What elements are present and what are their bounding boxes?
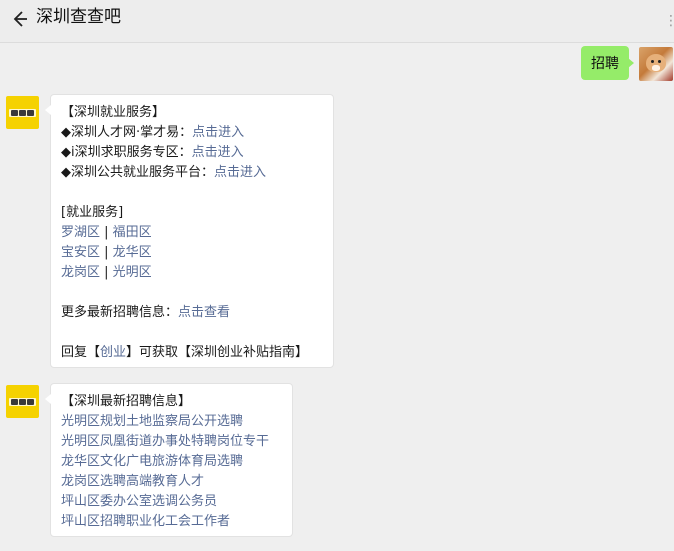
bot-avatar[interactable] xyxy=(6,385,39,418)
service-title: 【深圳就业服务】 xyxy=(61,105,166,120)
district-row: 宝安区 | 龙华区 xyxy=(61,245,152,260)
job-zone-link[interactable]: 点击进入 xyxy=(192,145,244,160)
district-row: 龙岗区 | 光明区 xyxy=(61,265,152,280)
logo-mark xyxy=(9,109,36,117)
district-link-futian[interactable]: 福田区 xyxy=(113,225,152,240)
district-link-longhua[interactable]: 龙华区 xyxy=(113,245,152,260)
incoming-message-jobs: 【深圳最新招聘信息】 光明区规划土地监察局公开选聘 光明区凤凰街道办事处特聘岗位… xyxy=(45,383,293,537)
job-link[interactable]: 龙华区文化广电旅游体育局选聘 xyxy=(61,454,243,469)
district-link-luohu[interactable]: 罗湖区 xyxy=(61,225,100,240)
service-row: ◆i深圳求职服务专区：点击进入 xyxy=(61,145,244,160)
bot-avatar[interactable] xyxy=(6,96,39,129)
outgoing-message[interactable]: 招聘 xyxy=(581,46,634,80)
more-info-row: 更多最新招聘信息：点击查看 xyxy=(61,305,231,320)
view-more-link[interactable]: 点击查看 xyxy=(178,305,230,320)
district-row: 罗湖区 | 福田区 xyxy=(61,225,152,240)
public-service-link[interactable]: 点击进入 xyxy=(214,165,266,180)
service-row: ◆深圳人才网·掌才易：点击进入 xyxy=(61,125,245,140)
more-icon[interactable]: ⋮ xyxy=(664,12,674,30)
talent-site-link[interactable]: 点击进入 xyxy=(192,125,244,140)
district-link-baoan[interactable]: 宝安区 xyxy=(61,245,100,260)
job-link[interactable]: 光明区规划土地监察局公开选聘 xyxy=(61,414,243,429)
arrow-left-icon[interactable] xyxy=(8,8,30,30)
district-link-longgang[interactable]: 龙岗区 xyxy=(61,265,100,280)
startup-keyword-link[interactable]: 创业 xyxy=(100,345,126,360)
jobs-title: 【深圳最新招聘信息】 xyxy=(61,394,192,409)
outgoing-message-text: 招聘 xyxy=(591,56,619,72)
chat-title: 深圳查查吧 xyxy=(36,7,121,27)
chat-header: 深圳查查吧 ⋮ xyxy=(0,0,674,43)
section-label: [就业服务] xyxy=(61,205,124,220)
job-link[interactable]: 坪山区委办公室选调公务员 xyxy=(61,494,217,509)
logo-mark xyxy=(9,398,36,406)
incoming-message-services: 【深圳就业服务】 ◆深圳人才网·掌才易：点击进入 ◆i深圳求职服务专区：点击进入… xyxy=(45,94,334,368)
job-link[interactable]: 光明区凤凰街道办事处特聘岗位专干 xyxy=(61,434,269,449)
service-row: ◆深圳公共就业服务平台：点击进入 xyxy=(61,165,267,180)
job-link[interactable]: 坪山区招聘职业化工会工作者 xyxy=(61,514,230,529)
reply-hint-row: 回复【创业】可获取【深圳创业补贴指南】 xyxy=(61,345,309,360)
job-link[interactable]: 龙岗区选聘高端教育人才 xyxy=(61,474,204,489)
district-link-guangming[interactable]: 光明区 xyxy=(113,265,152,280)
user-avatar[interactable] xyxy=(639,47,673,81)
